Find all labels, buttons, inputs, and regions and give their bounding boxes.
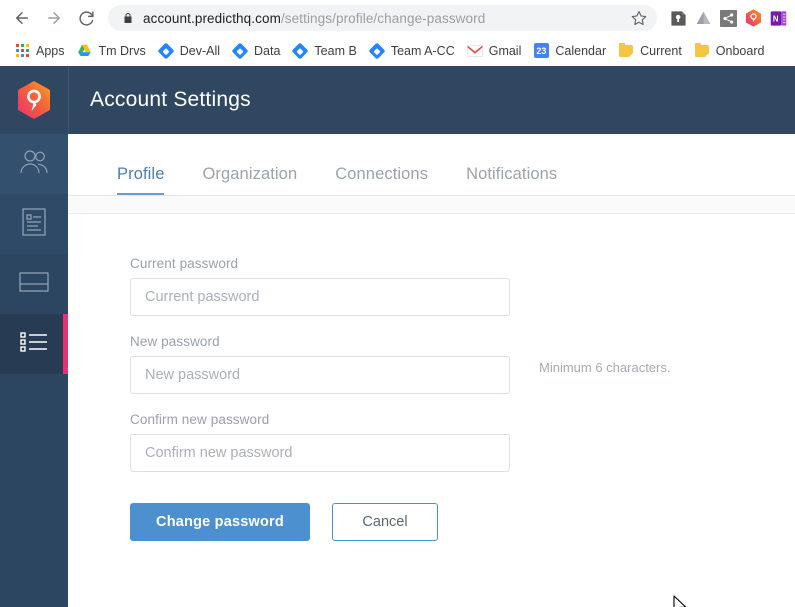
tab-organization[interactable]: Organization xyxy=(202,165,297,195)
settings-tabs: Profile Organization Connections Notific… xyxy=(68,134,795,196)
url-domain: account.predicthq.com xyxy=(143,10,281,26)
url-text: account.predicthq.com/settings/profile/c… xyxy=(143,11,625,26)
folder-icon xyxy=(618,42,634,59)
current-password-input[interactable] xyxy=(130,278,510,316)
app-sidebar xyxy=(0,66,68,607)
bookmark-onboard[interactable]: Onboard xyxy=(688,40,771,62)
page-header: Account Settings xyxy=(68,66,795,134)
current-password-field-group: Current password xyxy=(130,256,795,316)
bookmark-team-b[interactable]: Team B xyxy=(286,40,362,62)
extension-icons: N xyxy=(663,9,787,27)
bookmark-label: Gmail xyxy=(488,43,522,58)
document-list-icon xyxy=(21,207,47,242)
tab-notifications[interactable]: Notifications xyxy=(466,165,557,195)
confirm-password-field-group: Confirm new password xyxy=(130,412,795,472)
cancel-button[interactable]: Cancel xyxy=(332,503,438,541)
bookmark-team-a-cc[interactable]: Team A-CC xyxy=(363,40,461,62)
bookmark-current[interactable]: Current xyxy=(612,40,688,62)
page-title: Account Settings xyxy=(90,88,251,111)
svg-text:N: N xyxy=(772,14,778,23)
sidebar-item-settings[interactable] xyxy=(0,314,68,374)
evernote-webclipper-icon[interactable] xyxy=(669,9,687,27)
bookmark-label: Data xyxy=(254,43,281,58)
jira-diamond-icon xyxy=(291,42,309,59)
gmail-icon xyxy=(466,43,483,59)
bookmarks-bar: Apps Tm Drvs Dev-All Data Team B Team A-… xyxy=(0,36,795,66)
onenote-clipper-icon[interactable]: N xyxy=(769,9,787,27)
calendar-icon: 23 xyxy=(533,43,549,59)
sidebar-filler xyxy=(0,374,68,607)
tab-connections[interactable]: Connections xyxy=(335,165,428,195)
app-viewport: Account Settings Profile Organization Co… xyxy=(0,66,795,607)
address-bar[interactable]: account.predicthq.com/settings/profile/c… xyxy=(108,5,657,31)
bookmark-star-icon[interactable] xyxy=(631,10,647,26)
form-actions: Change password Cancel xyxy=(130,503,795,541)
bookmark-calendar[interactable]: 23 Calendar xyxy=(527,40,612,62)
lock-icon xyxy=(122,12,134,24)
back-button[interactable] xyxy=(8,4,36,32)
change-password-form: Current password New password Minimum 6 … xyxy=(68,214,795,607)
hubspot-sales-icon[interactable] xyxy=(719,9,737,27)
sidebar-item-dashboard[interactable] xyxy=(0,254,68,314)
predicthq-extension-icon[interactable] xyxy=(744,9,762,27)
app-content: Account Settings Profile Organization Co… xyxy=(68,66,795,607)
bookmark-label: Dev-All xyxy=(179,43,221,58)
sidebar-item-audience[interactable] xyxy=(0,134,68,194)
folder-icon xyxy=(694,42,710,59)
bookmark-label: Onboard xyxy=(715,43,765,58)
bookmark-label: Apps xyxy=(36,43,65,58)
new-password-input[interactable] xyxy=(130,356,510,394)
current-password-label: Current password xyxy=(130,256,239,271)
card-icon xyxy=(18,270,50,299)
predicthq-logo-icon xyxy=(16,80,52,120)
bookmark-gmail[interactable]: Gmail xyxy=(461,40,528,62)
predicthq-logo[interactable] xyxy=(0,66,68,134)
bookmark-label: Team B xyxy=(314,43,357,58)
bookmark-apps[interactable]: Apps xyxy=(8,40,71,62)
bookmark-label: Calendar xyxy=(555,43,607,58)
tab-profile[interactable]: Profile xyxy=(117,165,165,195)
jira-diamond-icon xyxy=(231,42,249,59)
change-password-button[interactable]: Change password xyxy=(130,503,310,541)
bookmark-label: Current xyxy=(640,43,682,58)
bookmark-dev-all[interactable]: Dev-All xyxy=(152,40,226,62)
bookmark-label: Tm Drvs xyxy=(98,43,146,58)
bookmark-label: Team A-CC xyxy=(390,43,455,58)
new-password-row: New password Minimum 6 characters. xyxy=(130,334,795,412)
sidebar-item-reports[interactable] xyxy=(0,194,68,254)
confirm-password-label: Confirm new password xyxy=(130,412,270,427)
arrow-left-icon xyxy=(13,9,31,27)
calendar-badge: 23 xyxy=(533,43,549,58)
new-password-label: New password xyxy=(130,334,220,349)
bookmark-data[interactable]: Data xyxy=(226,40,286,62)
confirm-password-input[interactable] xyxy=(130,434,510,472)
jira-diamond-icon xyxy=(157,42,175,59)
bookmark-tm-drvs[interactable]: Tm Drvs xyxy=(71,40,152,62)
list-bullets-icon xyxy=(18,329,50,360)
apps-grid-icon xyxy=(14,43,30,59)
jira-diamond-icon xyxy=(368,42,386,59)
password-hint: Minimum 6 characters. xyxy=(539,360,671,375)
browser-toolbar: account.predicthq.com/settings/profile/c… xyxy=(0,0,795,36)
url-path: /settings/profile/change-password xyxy=(280,10,486,26)
reload-button[interactable] xyxy=(72,4,100,32)
arrow-right-icon xyxy=(45,9,63,27)
google-drive-icon[interactable] xyxy=(694,9,712,27)
browser-chrome: account.predicthq.com/settings/profile/c… xyxy=(0,0,795,66)
google-drive-icon xyxy=(77,43,93,59)
reload-icon xyxy=(78,10,95,27)
new-password-field-group: New password xyxy=(130,334,510,394)
users-icon xyxy=(18,148,50,181)
content-divider-band xyxy=(68,196,795,214)
forward-button[interactable] xyxy=(40,4,68,32)
